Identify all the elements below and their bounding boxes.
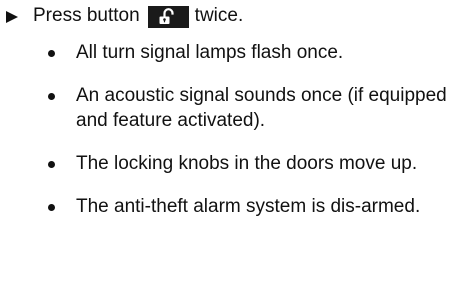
list-item-text: The locking knobs in the doors move up. [76, 153, 418, 174]
instruction-step: Press button twice. [6, 3, 446, 28]
bullet-icon [48, 161, 55, 168]
list-item: All turn signal lamps flash once. [42, 40, 452, 65]
unlock-button-symbol [147, 5, 189, 28]
result-list: All turn signal lamps flash once. An aco… [42, 40, 452, 237]
list-item-text: The anti-theft alarm system is dis-armed… [76, 196, 421, 217]
bullet-icon [48, 93, 55, 100]
unlock-icon [159, 8, 174, 24]
list-item-text: An acoustic signal sounds once (if equip… [76, 85, 447, 131]
instruction-text-after: twice. [194, 5, 244, 26]
step-triangle-icon [6, 10, 18, 23]
list-item: The anti-theft alarm system is dis-armed… [42, 194, 452, 219]
bullet-icon [48, 50, 55, 57]
list-item: An acoustic signal sounds once (if equip… [42, 83, 452, 133]
list-item-text: All turn signal lamps flash once. [76, 42, 344, 63]
bullet-icon [48, 204, 55, 211]
list-item: The locking knobs in the doors move up. [42, 151, 452, 176]
instruction-text-before: Press button [33, 5, 140, 26]
